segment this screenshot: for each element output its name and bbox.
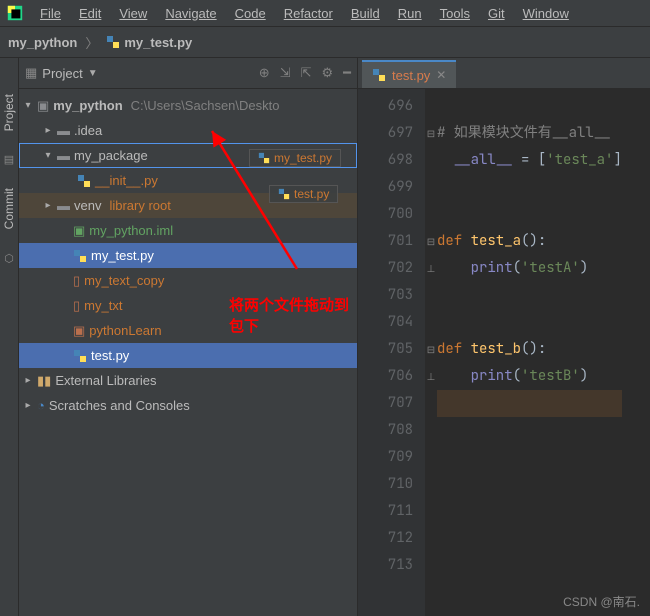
fold-indicators: ⊟ ⊟⊥ ⊟⊥ <box>425 89 437 616</box>
app-logo <box>6 4 24 22</box>
scratches-icon: ◔ <box>37 398 45 413</box>
line-number-gutter: 696697698 699700701 702703704 705706707 … <box>358 89 425 616</box>
chevron-right-icon[interactable]: ▸ <box>43 125 53 136</box>
package-icon: ▬ <box>57 148 70 163</box>
menu-navigate[interactable]: Navigate <box>157 4 224 23</box>
target-icon[interactable]: ⊕ <box>259 65 270 81</box>
menu-run[interactable]: Run <box>390 4 430 23</box>
tree-my-test[interactable]: my_test.py <box>19 243 357 268</box>
tree-scratches[interactable]: ▸ ◔ Scratches and Consoles <box>19 393 357 418</box>
python-file-icon <box>73 249 87 263</box>
chevron-down-icon[interactable]: ▼ <box>88 68 98 79</box>
file-icon: ▣ <box>73 323 85 339</box>
watermark: CSDN @南石. <box>563 593 640 610</box>
menu-git[interactable]: Git <box>480 4 513 23</box>
python-file-icon <box>372 68 386 82</box>
python-file-icon <box>258 152 270 164</box>
project-panel: ▦ Project ▼ ⊕ ⇲ ⇱ ⚙ ━ ▾ ▣ my_python C:\U… <box>19 58 358 616</box>
tree-iml[interactable]: ▣ my_python.iml <box>19 218 357 243</box>
drag-ghost-test-py: test.py <box>269 185 338 203</box>
commit-icon: ⬡ <box>4 252 14 265</box>
tree-external-libraries[interactable]: ▸ ▮▮ External Libraries <box>19 368 357 393</box>
menu-view[interactable]: View <box>111 4 155 23</box>
project-folder-icon: ▣ <box>37 98 49 114</box>
menu-bar: File Edit View Navigate Code Refactor Bu… <box>0 0 650 27</box>
breadcrumb-project[interactable]: my_python <box>8 35 77 50</box>
libraries-icon: ▮▮ <box>37 373 51 389</box>
project-path: C:\Users\Sachsen\Deskto <box>131 98 280 113</box>
expand-all-icon[interactable]: ⇲ <box>280 65 291 81</box>
chevron-right-icon: 〉 <box>85 33 98 52</box>
menu-build[interactable]: Build <box>343 4 388 23</box>
editor: test.py ✕ 696697698 699700701 702703704 … <box>358 58 650 616</box>
project-view-label[interactable]: Project <box>42 66 82 81</box>
drag-ghost-my-test: my_test.py <box>249 149 341 167</box>
menu-edit[interactable]: Edit <box>71 4 109 23</box>
chevron-down-icon[interactable]: ▾ <box>23 100 33 111</box>
breadcrumb-file[interactable]: my_test.py <box>106 35 192 50</box>
menu-tools[interactable]: Tools <box>432 4 478 23</box>
folder-icon: ▬ <box>57 123 70 138</box>
folder-icon: ▤ <box>4 153 14 166</box>
close-icon[interactable]: ✕ <box>436 68 446 82</box>
library-folder-icon: ▬ <box>57 198 70 213</box>
project-view-icon: ▦ <box>25 65 37 81</box>
tool-project[interactable]: Project <box>2 88 16 137</box>
gear-icon[interactable]: ⚙ <box>322 65 334 81</box>
chevron-right-icon[interactable]: ▸ <box>43 200 53 211</box>
project-panel-header: ▦ Project ▼ ⊕ ⇲ ⇱ ⚙ ━ <box>19 58 357 89</box>
tree-root[interactable]: ▾ ▣ my_python C:\Users\Sachsen\Deskto <box>19 93 357 118</box>
editor-tab-test-py[interactable]: test.py ✕ <box>362 60 456 88</box>
chevron-down-icon[interactable]: ▾ <box>43 150 53 161</box>
library-root-badge: library root <box>109 198 170 213</box>
tree-test-py[interactable]: test.py <box>19 343 357 368</box>
tree-idea[interactable]: ▸ ▬ .idea <box>19 118 357 143</box>
python-file-icon <box>73 349 87 363</box>
python-file-icon <box>278 188 290 200</box>
python-file-icon <box>77 174 91 188</box>
tool-strip-left: Project ▤ Commit ⬡ <box>0 58 19 616</box>
tree-my-text-copy[interactable]: ▯ my_text_copy <box>19 268 357 293</box>
code-area[interactable]: 696697698 699700701 702703704 705706707 … <box>358 89 650 616</box>
navigation-bar: my_python 〉 my_test.py <box>0 27 650 58</box>
tool-commit[interactable]: Commit <box>2 182 16 235</box>
menu-file[interactable]: File <box>32 4 69 23</box>
chevron-right-icon[interactable]: ▸ <box>23 375 33 386</box>
collapse-all-icon[interactable]: ⇱ <box>301 65 312 81</box>
code-text[interactable]: # 如果模块文件有__all__ __all__ = ['test_a'] de… <box>437 89 622 616</box>
minimize-icon[interactable]: ━ <box>343 65 351 81</box>
editor-tab-bar: test.py ✕ <box>358 58 650 89</box>
project-tree[interactable]: ▾ ▣ my_python C:\Users\Sachsen\Deskto ▸ … <box>19 89 357 616</box>
text-file-icon: ▯ <box>73 298 80 314</box>
iml-file-icon: ▣ <box>73 223 85 239</box>
menu-refactor[interactable]: Refactor <box>276 4 341 23</box>
python-file-icon <box>106 35 120 49</box>
text-file-icon: ▯ <box>73 273 80 289</box>
chevron-right-icon[interactable]: ▸ <box>23 400 33 411</box>
menu-code[interactable]: Code <box>227 4 274 23</box>
annotation-text: 将两个文件拖动到包下 <box>229 294 357 336</box>
menu-window[interactable]: Window <box>515 4 577 23</box>
